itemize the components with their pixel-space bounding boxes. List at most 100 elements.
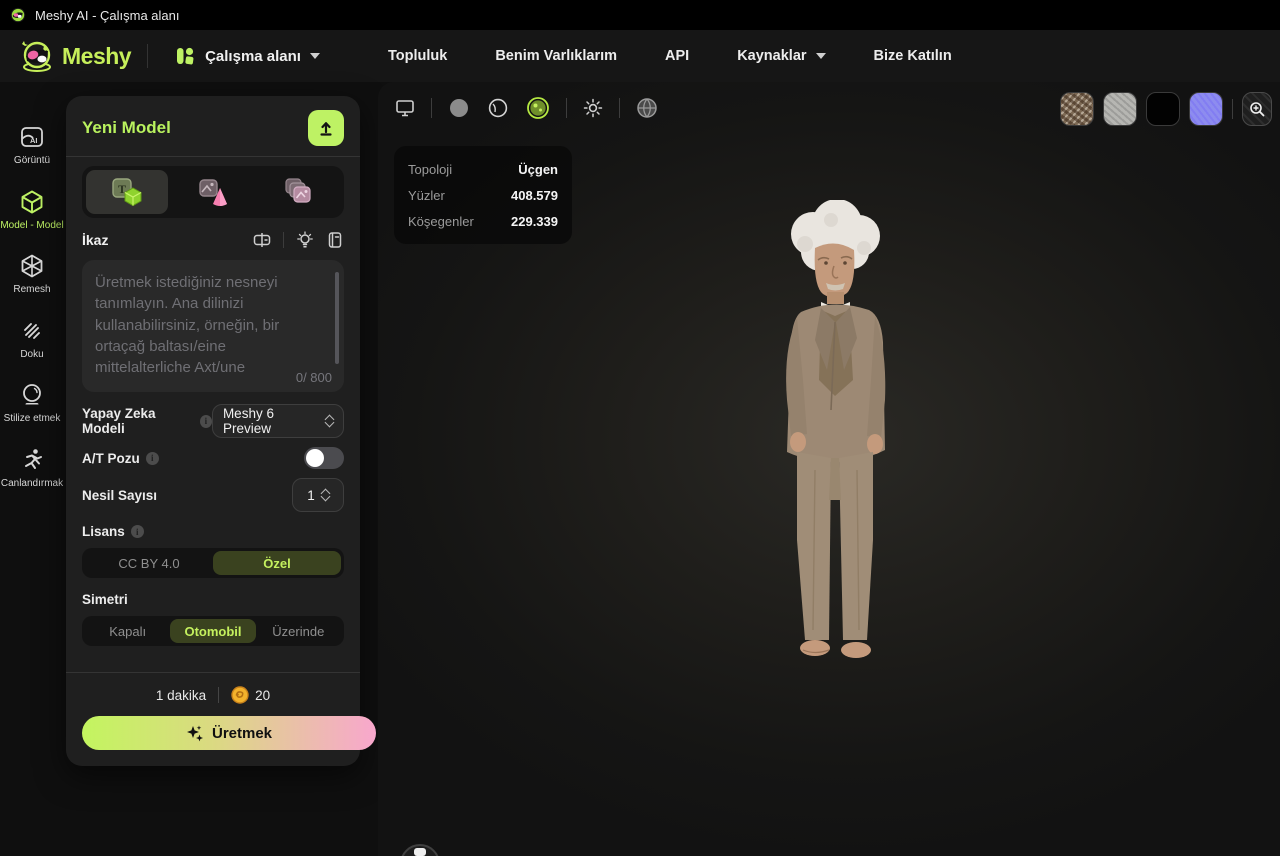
estimated-time: 1 dakika xyxy=(156,688,206,703)
license-option-private[interactable]: Özel xyxy=(213,551,341,575)
license-segmented: CC BY 4.0 Özel xyxy=(82,548,344,578)
meshy-brand[interactable]: Meshy xyxy=(18,38,131,74)
workspace-switcher[interactable]: Çalışma alanı xyxy=(164,39,330,73)
toggle-knob xyxy=(306,449,324,467)
generation-count-stepper[interactable]: 1 xyxy=(292,478,344,512)
header-divider xyxy=(66,156,360,157)
symmetry-option-on[interactable]: Üzerinde xyxy=(256,619,341,643)
info-row-topology: Topoloji Üçgen xyxy=(408,156,558,182)
svg-text:AI: AI xyxy=(30,136,38,145)
roughness-map-swatch[interactable] xyxy=(1103,92,1137,126)
char-counter: 0/ 800 xyxy=(296,370,332,385)
text-to-3d-icon: T xyxy=(110,177,144,207)
textarea-scrollbar[interactable] xyxy=(335,272,339,364)
mascot-face xyxy=(414,848,426,856)
3d-viewport-canvas[interactable]: Topoloji Üçgen Yüzler 408.579 Köşegenler… xyxy=(378,82,1280,856)
magnifier-plus-icon xyxy=(1248,100,1266,118)
text-expand-icon[interactable] xyxy=(253,231,271,249)
ai-model-row: Yapay Zeka Modeli i Meshy 6 Preview xyxy=(82,404,344,438)
multi-image-to-3d-icon xyxy=(282,177,316,207)
new-model-panel: Yeni Model T xyxy=(66,96,360,766)
info-icon: i xyxy=(146,452,159,465)
nav-link-my-assets[interactable]: Benim Varlıklarım xyxy=(495,48,617,64)
maps-divider xyxy=(1232,99,1233,119)
tab-image-to-3d[interactable] xyxy=(172,170,254,214)
info-icon: i xyxy=(200,415,212,428)
generation-count-label: Nesil Sayısı xyxy=(82,488,157,503)
license-option-ccby[interactable]: CC BY 4.0 xyxy=(85,551,213,575)
sparkles-icon xyxy=(186,724,204,742)
credit-amount: 20 xyxy=(255,688,270,703)
shading-textured-icon[interactable] xyxy=(525,95,551,121)
app-body: AI Görüntü Model - Model Remesh xyxy=(0,82,1280,856)
brand-wordmark: Meshy xyxy=(62,43,131,70)
model-info-card: Topoloji Üçgen Yüzler 408.579 Köşegenler… xyxy=(394,146,572,244)
chevron-down-icon xyxy=(816,53,826,59)
generate-label: Üretmek xyxy=(212,725,272,742)
texture-icon xyxy=(19,318,45,344)
stepper-chevrons-icon xyxy=(322,490,329,500)
prompt-library-icon[interactable] xyxy=(326,231,344,249)
albedo-map-swatch[interactable] xyxy=(1060,92,1094,126)
nav-divider xyxy=(147,44,148,68)
tool-rail: AI Görüntü Model - Model Remesh xyxy=(0,82,64,856)
toolbar-divider xyxy=(619,98,620,118)
ai-model-select[interactable]: Meshy 6 Preview xyxy=(212,404,344,438)
lighting-sun-icon[interactable] xyxy=(582,97,604,119)
license-label-row: Lisans i xyxy=(82,524,344,542)
ai-image-icon: AI xyxy=(19,124,45,150)
texture-map-bar xyxy=(1060,92,1272,126)
symmetry-option-auto[interactable]: Otomobil xyxy=(170,619,255,643)
metallic-map-swatch[interactable] xyxy=(1146,92,1180,126)
generation-count-value: 1 xyxy=(307,488,315,503)
meshy-logo-icon xyxy=(10,7,26,23)
panel-title: Yeni Model xyxy=(82,118,171,138)
rendered-3d-model xyxy=(735,200,935,680)
symmetry-option-off[interactable]: Kapalı xyxy=(85,619,170,643)
workspace-shapes-icon xyxy=(174,45,196,67)
upload-button[interactable] xyxy=(308,110,344,146)
shading-wireframe-icon[interactable] xyxy=(486,96,510,120)
license-label: Lisans i xyxy=(82,524,344,539)
crystal-ball-icon xyxy=(19,382,45,408)
rail-item-stylize[interactable]: Stilize etmek xyxy=(0,382,64,426)
ai-model-label: Yapay Zeka Modeli i xyxy=(82,406,212,436)
rail-item-remesh[interactable]: Remesh xyxy=(0,253,64,297)
prompt-tools-divider xyxy=(283,232,284,248)
info-icon: i xyxy=(131,525,144,538)
nav-link-resources[interactable]: Kaynaklar xyxy=(737,48,825,64)
toolbar-divider xyxy=(566,98,567,118)
nav-link-community[interactable]: Topluluk xyxy=(388,48,447,64)
at-pose-label: A/T Pozu i xyxy=(82,451,159,466)
generate-button[interactable]: Üretmek xyxy=(82,716,376,750)
rail-item-texture[interactable]: Doku xyxy=(0,318,64,362)
environment-globe-icon[interactable] xyxy=(635,96,659,120)
rail-item-image[interactable]: AI Görüntü xyxy=(0,124,64,168)
idea-lightbulb-icon[interactable] xyxy=(296,231,314,249)
tab-text-to-3d[interactable]: T xyxy=(86,170,168,214)
toolbar-divider xyxy=(431,98,432,118)
select-chevrons-icon xyxy=(326,416,333,426)
nav-link-join-us[interactable]: Bize Katılın xyxy=(874,48,952,64)
prompt-tools xyxy=(253,231,344,249)
tab-multi-image-to-3d[interactable] xyxy=(258,170,340,214)
upload-icon xyxy=(317,119,335,137)
screenshot-monitor-icon[interactable] xyxy=(394,97,416,119)
at-pose-row: A/T Pozu i xyxy=(82,446,344,470)
prompt-label: İkaz xyxy=(82,232,108,248)
nav-link-api[interactable]: API xyxy=(665,48,689,64)
shading-solid-icon[interactable] xyxy=(447,96,471,120)
inspect-zoom-button[interactable] xyxy=(1242,92,1272,126)
cost-row: 1 dakika 20 xyxy=(82,684,344,706)
normal-map-swatch[interactable] xyxy=(1189,92,1223,126)
cube-icon xyxy=(19,189,45,215)
at-pose-toggle[interactable] xyxy=(304,447,344,469)
prompt-header: İkaz xyxy=(82,230,344,250)
mascot-fab-button[interactable] xyxy=(400,844,440,856)
rail-item-model[interactable]: Model - Model xyxy=(0,189,64,233)
rail-item-animate[interactable]: Canlandırmak xyxy=(0,447,64,491)
panel-header: Yeni Model xyxy=(82,110,344,146)
info-row-faces: Yüzler 408.579 xyxy=(408,182,558,208)
window-title-bar: Meshy AI - Çalışma alanı xyxy=(0,0,1280,30)
info-row-vertices: Köşegenler 229.339 xyxy=(408,208,558,234)
